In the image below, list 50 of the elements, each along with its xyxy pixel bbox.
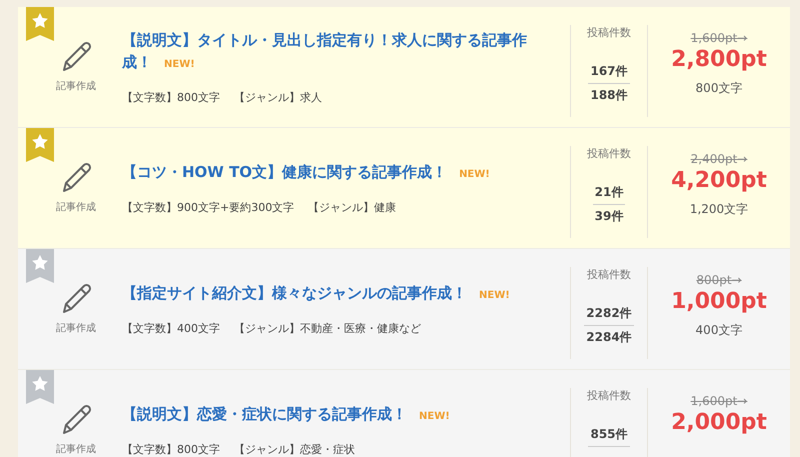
job-card[interactable]: 記事作成 【説明文】タイトル・見出し指定有り！求人に関する記事作成！ NEW! 【文字数】800文字 【ジャンル】求人 投稿件数 167件 188件 1,600pt→ 2,800pt 800文字 (18, 7, 790, 128)
job-detail: 【文字数】800文字 (122, 442, 220, 457)
post-count: 167件 (588, 60, 630, 84)
new-label: NEW! (164, 59, 195, 70)
job-detail: 【ジャンル】不動産・医療・健康など (234, 321, 421, 336)
count-label: 投稿件数 (587, 146, 631, 161)
old-price: 800pt→ (696, 273, 742, 287)
old-price: 2,400pt→ (690, 152, 748, 166)
icon-label: 記事作成 (56, 200, 96, 214)
reward-price: 2,800pt (671, 47, 767, 72)
star-ribbon-icon (26, 370, 54, 404)
reward-price: 4,200pt (671, 168, 767, 193)
job-detail: 【文字数】400文字 (122, 321, 220, 336)
star-ribbon-icon (26, 249, 54, 283)
new-label: NEW! (419, 411, 450, 422)
job-detail: 【文字数】800文字 (122, 90, 220, 105)
job-detail: 【文字数】900文字+要約300文字 (122, 200, 294, 215)
character-count: 400文字 (696, 322, 742, 339)
new-label: NEW! (479, 290, 510, 301)
character-count: 1,200文字 (690, 201, 748, 218)
old-price: 1,600pt→ (690, 31, 748, 45)
reward-price: 2,000pt (671, 410, 767, 435)
total-count: 39件 (594, 208, 624, 225)
job-detail: 【ジャンル】健康 (308, 200, 396, 215)
total-count: 2284件 (585, 329, 633, 346)
reward-price: 1,000pt (671, 289, 767, 314)
post-count: 855件 (588, 423, 630, 447)
job-detail: 【ジャンル】恋愛・症状 (234, 442, 355, 457)
count-label: 投稿件数 (587, 388, 631, 403)
job-card[interactable]: 記事作成 【コツ・HOW TO文】健康に関する記事作成！ NEW! 【文字数】900文字+要約300文字 【ジャンル】健康 投稿件数 21件 39件 2,400pt→ 4,200pt 1,200文字 (18, 128, 790, 249)
job-detail: 【ジャンル】求人 (234, 90, 322, 105)
icon-label: 記事作成 (56, 322, 96, 335)
star-ribbon-icon (26, 7, 54, 41)
star-ribbon-icon (26, 128, 54, 162)
job-title[interactable]: 【説明文】タイトル・見出し指定有り！求人に関する記事作成！ NEW! (122, 29, 556, 76)
job-title[interactable]: 【コツ・HOW TO文】健康に関する記事作成！ NEW! (122, 161, 556, 186)
job-card[interactable]: 記事作成 【指定サイト紹介文】様々なジャンルの記事作成！ NEW! 【文字数】400文字 【ジャンル】不動産・医療・健康など 投稿件数 2282件 2284件 800pt→ 1,000pt 400文字 (18, 249, 790, 370)
new-label: NEW! (459, 169, 490, 180)
job-card[interactable]: 記事作成 【説明文】恋愛・症状に関する記事作成！ NEW! 【文字数】800文字 【ジャンル】恋愛・症状 投稿件数 855件 1,600pt→ 2,000pt (18, 370, 790, 457)
character-count: 800文字 (696, 80, 742, 97)
post-count: 2282件 (584, 302, 634, 326)
post-count: 21件 (592, 181, 626, 205)
count-label: 投稿件数 (587, 267, 631, 282)
old-price: 1,600pt→ (690, 394, 748, 408)
icon-label: 記事作成 (56, 442, 96, 456)
count-label: 投稿件数 (587, 25, 631, 40)
job-title[interactable]: 【説明文】恋愛・症状に関する記事作成！ NEW! (122, 403, 556, 428)
job-title[interactable]: 【指定サイト紹介文】様々なジャンルの記事作成！ NEW! (122, 282, 556, 307)
icon-label: 記事作成 (56, 80, 96, 93)
total-count: 188件 (589, 87, 629, 104)
